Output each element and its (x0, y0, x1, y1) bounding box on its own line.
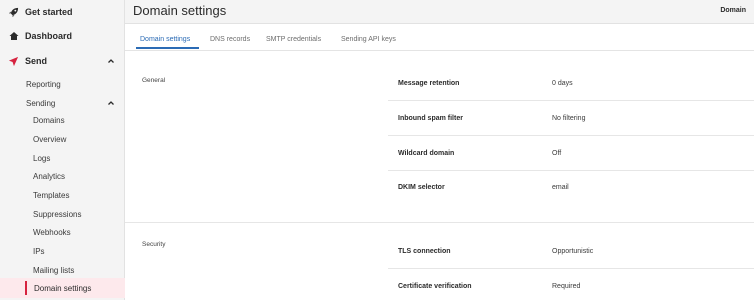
sidebar-item-domain-settings[interactable]: Domain settings (0, 278, 125, 298)
row-divider (388, 268, 754, 269)
row-divider (388, 135, 754, 136)
section-divider (125, 222, 754, 223)
sidebar-item-ips[interactable]: IPs (0, 243, 125, 259)
chevron-up-icon[interactable] (107, 99, 115, 107)
page-header: Domain settings Domain (125, 0, 754, 24)
sidebar-item-label: Dashboard (25, 31, 73, 41)
sidebar-item-suppressions[interactable]: Suppressions (0, 206, 125, 222)
active-tab-indicator (136, 47, 199, 49)
sidebar-item-overview[interactable]: Overview (0, 131, 125, 147)
sidebar-item-label: Domain settings (34, 283, 92, 293)
setting-value: email (552, 184, 569, 191)
row-divider (388, 170, 754, 171)
chevron-up-icon[interactable] (107, 57, 115, 65)
setting-value: No filtering (552, 115, 586, 122)
setting-value: Opportunistic (552, 248, 594, 255)
sidebar-item-webhooks[interactable]: Webhooks (0, 224, 125, 240)
sidebar-item-analytics[interactable]: Analytics (0, 168, 125, 184)
rocket-icon (8, 7, 19, 18)
sidebar-item-label: Suppressions (33, 209, 82, 219)
sidebar-item-dashboard[interactable]: Dashboard (0, 28, 125, 44)
active-indicator (25, 281, 27, 295)
sidebar-item-domains[interactable]: Domains (0, 112, 125, 128)
setting-label: DKIM selector (398, 184, 445, 191)
sidebar-item-label: Analytics (33, 171, 66, 181)
setting-label: Certificate verification (398, 283, 472, 290)
setting-value: Required (552, 283, 581, 290)
sidebar-item-label: IPs (33, 246, 45, 256)
sidebar-item-label: Get started (25, 7, 73, 17)
sidebar-item-label: Mailing lists (33, 265, 75, 275)
section-title-security: Security (142, 241, 166, 248)
tab-domain-settings[interactable]: Domain settings (140, 36, 190, 43)
tab-bar: Domain settings DNS records SMTP credent… (125, 24, 754, 51)
setting-value: 0 days (552, 80, 573, 87)
setting-label: TLS connection (398, 248, 451, 255)
send-icon (8, 56, 19, 67)
setting-value: Off (552, 150, 562, 157)
sidebar-item-logs[interactable]: Logs (0, 150, 125, 166)
sidebar-item-label: Reporting (26, 79, 61, 89)
tab-sending-api-keys[interactable]: Sending API keys (341, 36, 396, 43)
tab-dns-records[interactable]: DNS records (210, 36, 250, 43)
domain-selector[interactable]: Domain (720, 7, 746, 14)
sidebar-item-label: Domains (33, 115, 65, 125)
page-title: Domain settings (133, 3, 227, 18)
sidebar-item-reporting[interactable]: Reporting (0, 76, 125, 92)
sidebar: Get started Dashboard Send Reporting Sen… (0, 0, 125, 300)
sidebar-item-mailing-lists[interactable]: Mailing lists (0, 262, 125, 278)
sidebar-item-label: Sending (26, 98, 56, 108)
sidebar-item-send[interactable]: Send (0, 53, 125, 69)
sidebar-item-label: Logs (33, 153, 51, 163)
home-icon (8, 31, 19, 42)
setting-label: Wildcard domain (398, 150, 455, 157)
sidebar-item-label: Webhooks (33, 227, 71, 237)
tab-smtp-credentials[interactable]: SMTP credentials (266, 36, 321, 43)
setting-label: Message retention (398, 80, 460, 87)
sidebar-item-sending[interactable]: Sending (0, 95, 125, 111)
section-title-general: General (142, 77, 166, 84)
sidebar-item-get-started[interactable]: Get started (0, 4, 125, 20)
row-divider (388, 100, 754, 101)
sidebar-item-label: Overview (33, 134, 67, 144)
sidebar-item-templates[interactable]: Templates (0, 187, 125, 203)
setting-label: Inbound spam filter (398, 115, 463, 122)
sidebar-item-label: Send (25, 56, 48, 66)
sidebar-item-label: Templates (33, 190, 70, 200)
